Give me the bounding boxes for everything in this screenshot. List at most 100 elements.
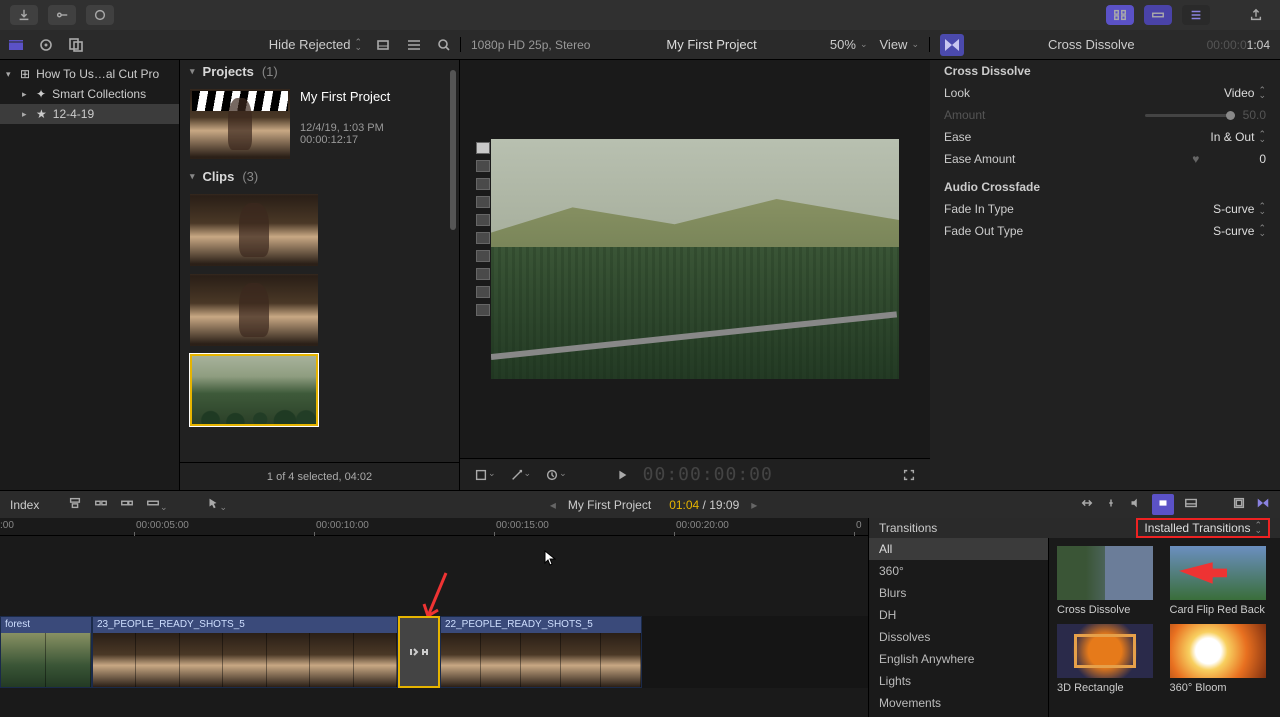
main-area: ▾ ⊞ How To Us…al Cut Pro ▸ ✦ Smart Colle… <box>0 60 1280 490</box>
overwrite-clip-icon[interactable]: ⌄ <box>146 496 168 513</box>
transition-name: Cross Dissolve <box>1057 604 1160 616</box>
titles-icon[interactable] <box>68 37 84 53</box>
transition-category[interactable]: 360° <box>869 560 1048 582</box>
project-name: My First Project <box>300 89 390 104</box>
timeline-toolbar: Index ⌄ ⌄ ◂ My First Project 01:04 / 19:… <box>0 490 1280 518</box>
inspector-audio-title: Audio Crossfade <box>930 176 1280 198</box>
index-button[interactable]: Index <box>10 498 56 512</box>
transition-thumbnail <box>1170 624 1266 678</box>
snapping-icon[interactable] <box>1152 494 1174 515</box>
skimming-icon[interactable] <box>1080 496 1094 513</box>
effects-browser-icon[interactable] <box>1232 496 1246 513</box>
project-item[interactable]: My First Project 12/4/19, 1:03 PM 00:00:… <box>180 83 459 165</box>
timeline-transition[interactable] <box>398 616 440 688</box>
transform-tool-icon[interactable]: ⌄ <box>474 468 496 482</box>
zoom-menu[interactable]: 50%⌄ <box>830 37 868 52</box>
transition-item[interactable]: Card Flip Red Back <box>1170 546 1273 616</box>
clip-thumbnail-selected[interactable] <box>190 354 318 426</box>
transition-category[interactable]: All <box>869 538 1048 560</box>
share-button[interactable] <box>1242 5 1270 25</box>
transition-thumbnail <box>1057 546 1153 600</box>
browser-scrollbar[interactable] <box>450 70 456 230</box>
ruler-tick: 00:00:10:00 <box>316 520 369 531</box>
inspector-fadeout-row[interactable]: Fade Out TypeS-curve⌃⌄ <box>930 220 1280 242</box>
append-clip-icon[interactable] <box>120 496 134 513</box>
projects-section-header[interactable]: ▾ Projects (1) <box>180 60 459 83</box>
browser-toggle[interactable] <box>1106 5 1134 25</box>
viewer-canvas[interactable] <box>491 139 899 379</box>
retime-tool-icon[interactable]: ⌄ <box>545 468 567 482</box>
clip-thumbnail[interactable] <box>190 194 318 266</box>
connect-clip-icon[interactable] <box>68 496 82 513</box>
transition-thumbnail <box>1170 546 1266 600</box>
sidebar-item-smart[interactable]: ▸ ✦ Smart Collections <box>0 84 179 104</box>
play-button[interactable] <box>615 468 629 482</box>
timeline-clip[interactable]: 22_PEOPLE_READY_SHOTS_5 <box>440 616 642 688</box>
timeline-ruler[interactable]: :0000:00:05:0000:00:10:0000:00:15:0000:0… <box>0 518 868 536</box>
prev-edit-icon[interactable]: ◂ <box>550 498 556 512</box>
clips-section-header[interactable]: ▾ Clips (3) <box>180 165 459 188</box>
project-duration: 00:00:12:17 <box>300 134 390 146</box>
clip-label: 23_PEOPLE_READY_SHOTS_5 <box>97 619 245 630</box>
inspector-easeamount-row[interactable]: Ease Amount♥0 <box>930 148 1280 170</box>
clip-grid <box>180 188 459 432</box>
transition-inspector-icon[interactable] <box>940 34 964 56</box>
solo-icon[interactable] <box>1128 496 1142 513</box>
sidebar-item-event[interactable]: ▸ ★ 12-4-19 <box>0 104 179 124</box>
audio-skim-icon[interactable] <box>1104 496 1118 513</box>
timeline-clip[interactable]: 23_PEOPLE_READY_SHOTS_5 <box>92 616 398 688</box>
clip-thumbnail[interactable] <box>190 274 318 346</box>
clipview-icon[interactable] <box>1184 496 1198 513</box>
transition-category[interactable]: DH <box>869 604 1048 626</box>
browser-status: 1 of 4 selected, 04:02 <box>180 462 459 490</box>
sidebar-item-library[interactable]: ▾ ⊞ How To Us…al Cut Pro <box>0 64 179 84</box>
timeline-toggle[interactable] <box>1144 5 1172 25</box>
photos-icon[interactable] <box>38 37 54 53</box>
inspector-toggle[interactable] <box>1182 5 1210 25</box>
inspector-panel: Cross Dissolve LookVideo⌃⌄ Amount50.0 Ea… <box>930 60 1280 490</box>
import-button[interactable] <box>10 5 38 25</box>
bg-tasks-button[interactable] <box>86 5 114 25</box>
select-tool-icon[interactable]: ⌄ <box>206 496 228 513</box>
transition-item[interactable]: Cross Dissolve <box>1057 546 1160 616</box>
chevron-right-icon: ▸ <box>22 109 30 120</box>
fullscreen-icon[interactable] <box>902 468 916 482</box>
ruler-tick: 0 <box>856 520 862 531</box>
inspector-ease-row[interactable]: EaseIn & Out⌃⌄ <box>930 126 1280 148</box>
clip-appearance-icon[interactable] <box>376 37 392 53</box>
list-view-icon[interactable] <box>406 37 422 53</box>
format-label: 1080p HD 25p, Stereo <box>471 38 590 52</box>
next-edit-icon[interactable]: ▸ <box>751 498 757 512</box>
search-icon[interactable] <box>436 37 452 53</box>
inspector-fadein-row[interactable]: Fade In TypeS-curve⌃⌄ <box>930 198 1280 220</box>
transition-category[interactable]: Dissolves <box>869 626 1048 648</box>
viewer-timecode: 00:00:00:00 <box>643 464 773 485</box>
library-toolbar: Hide Rejected⌃⌄ 1080p HD 25p, Stereo My … <box>0 30 1280 60</box>
transition-category[interactable]: Movements <box>869 692 1048 714</box>
transition-category[interactable]: Blurs <box>869 582 1048 604</box>
chevron-down-icon: ▾ <box>190 171 195 182</box>
library-icon[interactable] <box>8 37 24 53</box>
clip-label: forest <box>5 619 30 630</box>
transition-category[interactable]: English Anywhere <box>869 648 1048 670</box>
keyword-button[interactable] <box>48 5 76 25</box>
transition-name: 360° Bloom <box>1170 682 1273 694</box>
transition-category[interactable]: Lights <box>869 670 1048 692</box>
ruler-tick: :00 <box>0 520 14 531</box>
installed-transitions-menu[interactable]: Installed Transitions⌃⌄ <box>1136 518 1270 538</box>
enhance-tool-icon[interactable]: ⌄ <box>510 468 532 482</box>
view-menu[interactable]: View⌄ <box>880 37 920 52</box>
transition-item[interactable]: 360° Bloom <box>1170 624 1273 694</box>
transition-name: Card Flip Red Back <box>1170 604 1273 616</box>
insert-clip-icon[interactable] <box>94 496 108 513</box>
chevron-down-icon: ▾ <box>190 66 195 77</box>
star-icon: ✦ <box>36 87 46 101</box>
primary-storyline[interactable]: forest 23_PEOPLE_READY_SHOTS_5 22_PEOPLE_R… <box>0 616 868 688</box>
inspector-section-title: Cross Dissolve <box>930 60 1280 82</box>
transitions-browser-icon[interactable] <box>1256 496 1270 513</box>
timeline-panel[interactable]: :0000:00:05:0000:00:10:0000:00:15:0000:0… <box>0 518 868 717</box>
timeline-clip[interactable]: forest <box>0 616 92 688</box>
transition-item[interactable]: 3D Rectangle <box>1057 624 1160 694</box>
filter-menu[interactable]: Hide Rejected⌃⌄ <box>269 37 362 52</box>
inspector-look-row[interactable]: LookVideo⌃⌄ <box>930 82 1280 104</box>
